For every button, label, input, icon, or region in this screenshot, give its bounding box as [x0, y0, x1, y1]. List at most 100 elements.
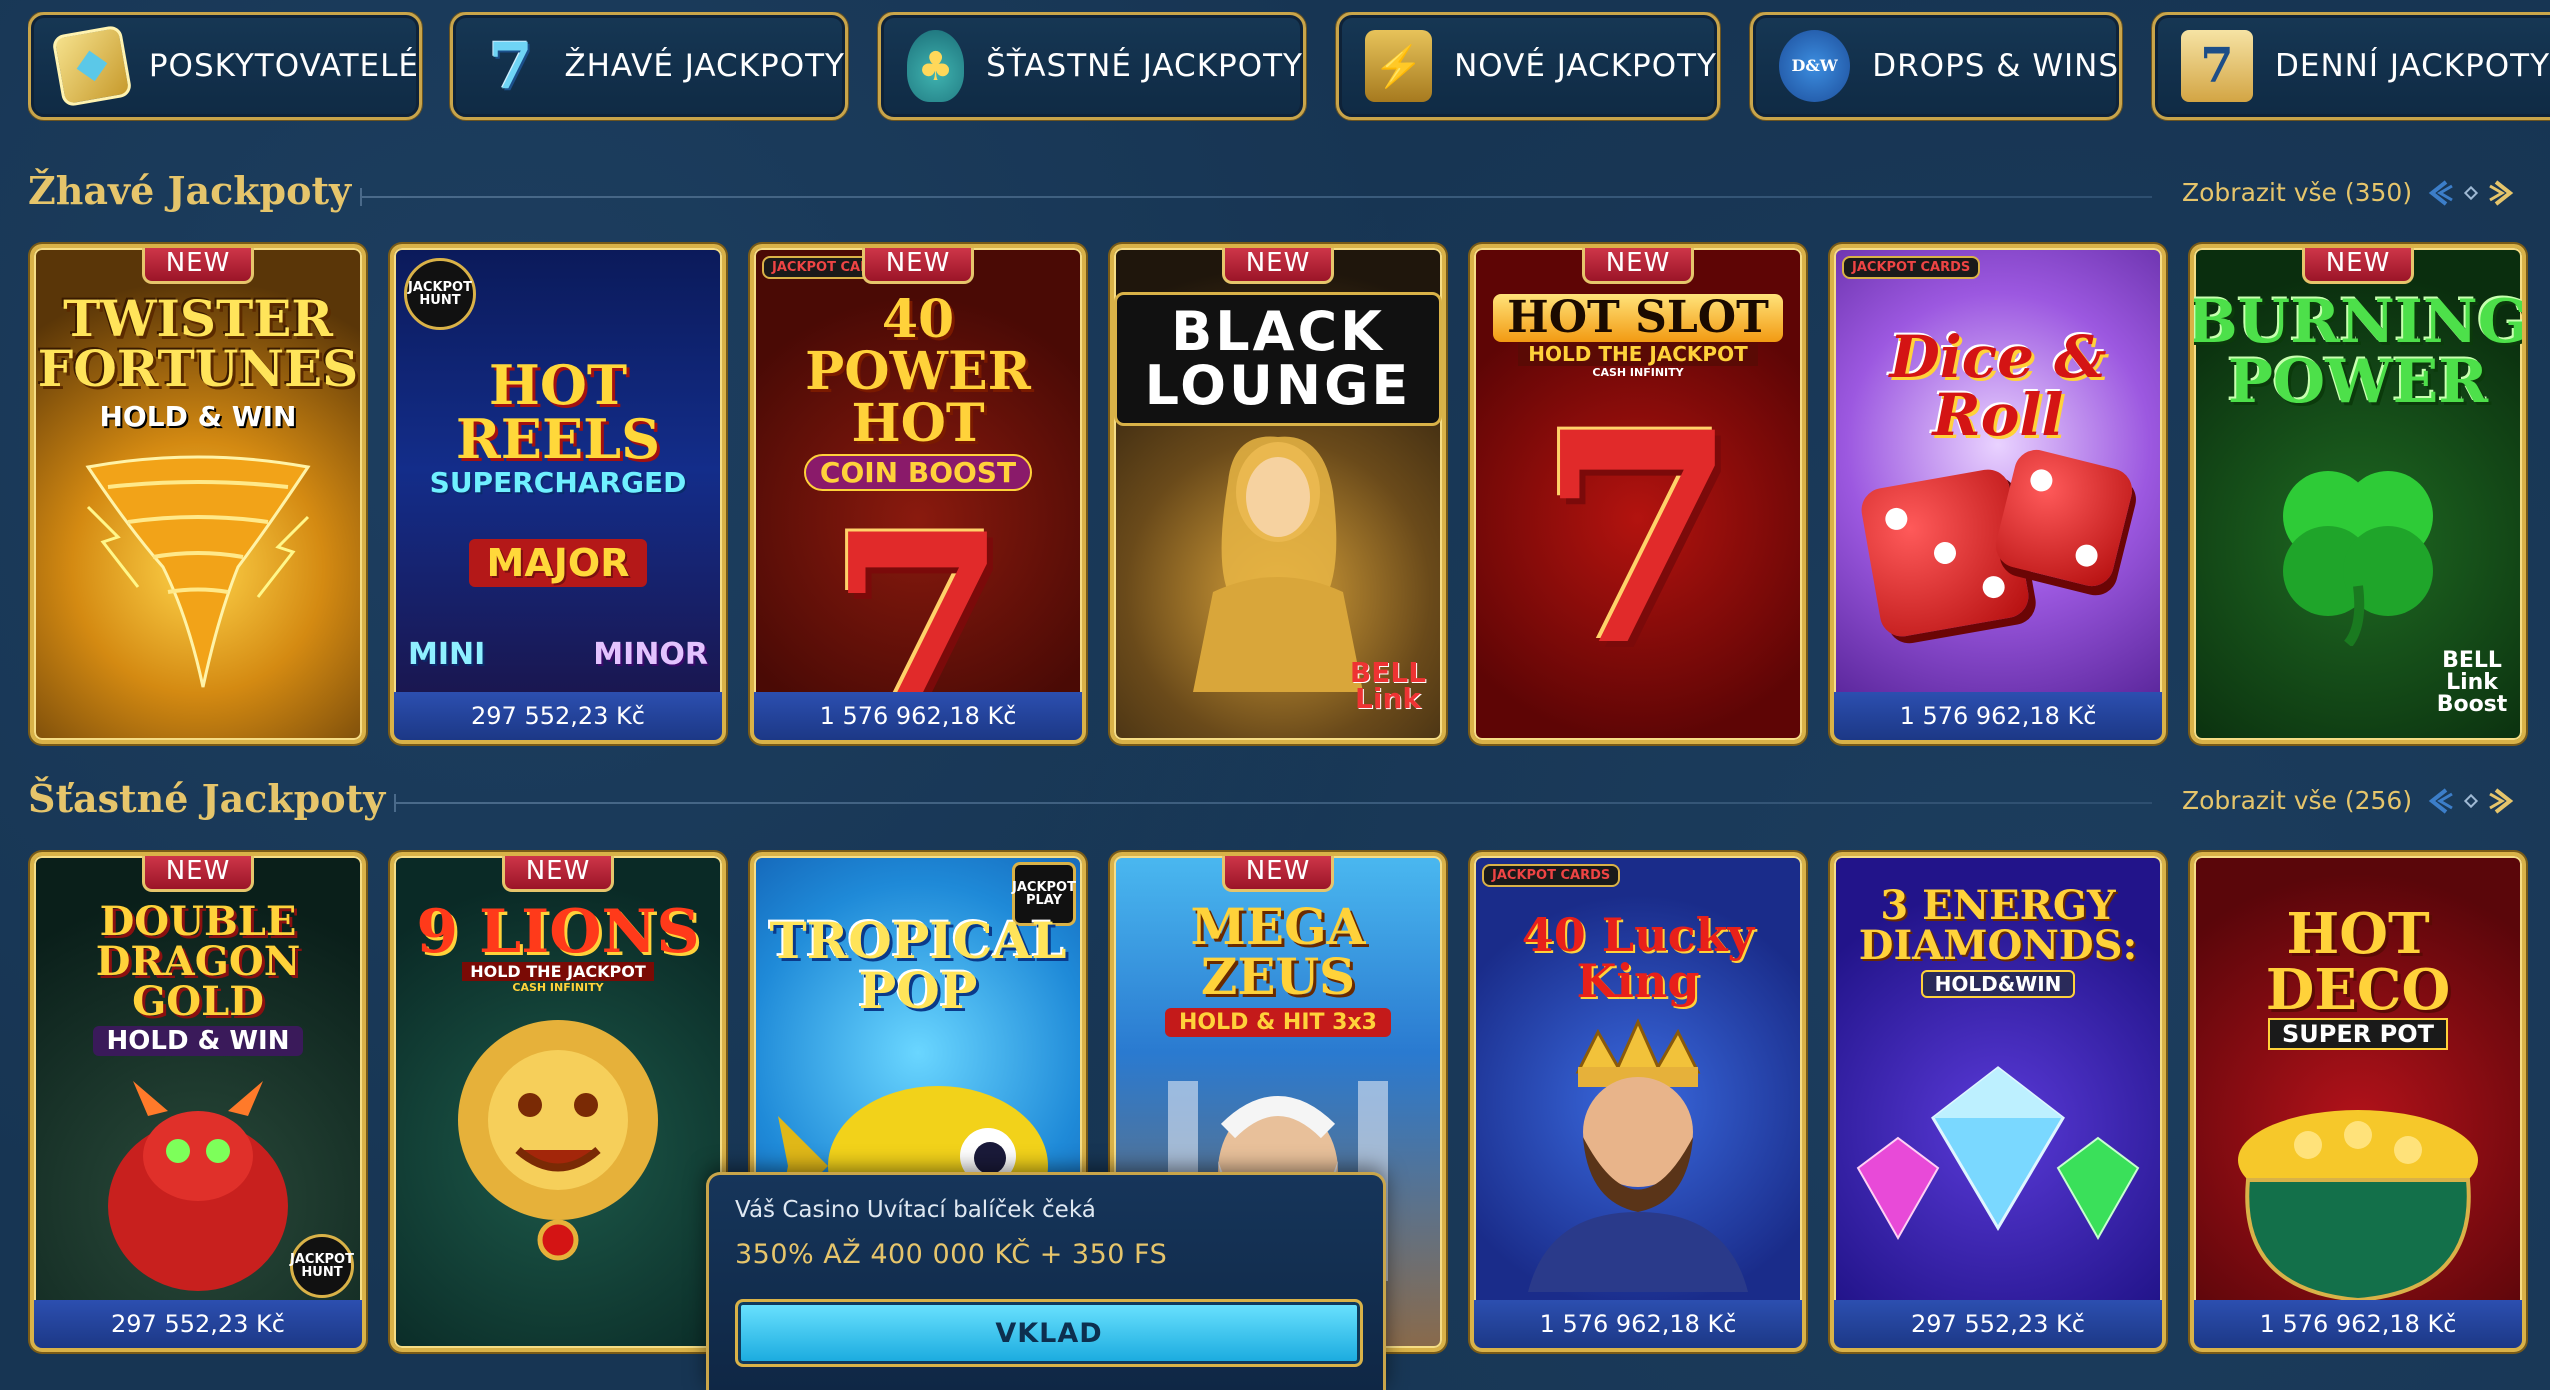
jackpot-amount: 1 576 962,18 Kč: [1474, 1300, 1802, 1348]
game-card-twister-fortunes[interactable]: NEW TWISTER FORTUNES HOLD & WIN: [30, 244, 366, 744]
dragon-icon: [108, 1081, 288, 1291]
game-card-double-dragon-gold[interactable]: NEW DOUBLE DRAGON GOLD HOLD & WIN JACKPO…: [30, 852, 366, 1352]
tornado-icon: [85, 455, 311, 688]
hostess-figure-icon: [1193, 436, 1363, 692]
carousel-dot-icon: [2456, 178, 2486, 208]
game-card-burning-power[interactable]: NEW BURNING POWER BELL Link Boost: [2190, 244, 2526, 744]
game-subtitle: HOLD & HIT 3x3: [1165, 1008, 1391, 1037]
game-title: 3 ENERGY DIAMONDS:: [1858, 882, 2138, 969]
jackpot-amount: 297 552,23 Kč: [1834, 1300, 2162, 1348]
category-drops-wins-button[interactable]: D&W DROPS & WINS: [1750, 12, 2122, 120]
game-title: DOUBLE DRAGON GOLD: [95, 898, 301, 1025]
game-card-9-lions[interactable]: NEW 9 LIONS HOLD THE JACKPOT CASH INFINI…: [390, 852, 726, 1352]
game-subtitle: SUPERCHARGED: [429, 466, 687, 499]
jackpot-amount: 297 552,23 Kč: [34, 1300, 362, 1348]
game-subtitle: HOLD & WIN: [92, 1026, 304, 1056]
category-label: POSKYTOVATELÉ: [148, 48, 419, 84]
seven-symbol-icon: 7: [1537, 370, 1739, 710]
game-card-hot-deco[interactable]: HOT DECO SUPER POT 1 576 962,18 Kč: [2190, 852, 2526, 1352]
category-new-jackpots-button[interactable]: ⚡ NOVÉ JACKPOTY: [1336, 12, 1720, 120]
game-art: 3 ENERGY DIAMONDS: HOLD&WIN: [1834, 856, 2162, 1348]
game-art: HOT REELS SUPERCHARGED MAJOR MINI MINOR: [394, 248, 722, 740]
carousel-prev-arrow-icon[interactable]: [2424, 178, 2454, 208]
carousel-arrows: [2424, 786, 2518, 816]
game-subtitle: HOLD THE JACKPOT: [462, 962, 654, 981]
game-title: MEGA ZEUS: [1190, 897, 1366, 1006]
promo-title: Váš Casino Uvítací balíček čeká: [735, 1197, 1096, 1223]
game-subtitle: HOLD THE JACKPOT: [1518, 342, 1758, 366]
carousel-dot-icon: [2456, 786, 2486, 816]
game-art: 9 LIONS HOLD THE JACKPOT CASH INFINITY: [394, 856, 722, 1348]
game-card-3-energy-diamonds[interactable]: 3 ENERGY DIAMONDS: HOLD&WIN 297 552,23 K…: [1830, 852, 2166, 1352]
game-title: BURNING POWER: [2190, 287, 2526, 417]
game-art: HOT SLOT HOLD THE JACKPOT CASH INFINITY …: [1474, 248, 1802, 740]
promo-offer: 350% AŽ 400 000 KČ + 350 FS: [735, 1239, 1168, 1270]
providers-card-icon: [51, 24, 133, 108]
view-all-hot-jackpots-link[interactable]: Zobrazit vše (350): [2182, 178, 2412, 207]
game-title: BLACK LOUNGE: [1114, 292, 1442, 426]
game-title: HOT REELS: [455, 353, 661, 471]
game-card-40-lucky-king[interactable]: JACKPOT CARDS 40 Lucky King 1 576 962,18…: [1470, 852, 1806, 1352]
new-badge: NEW: [1222, 856, 1334, 892]
category-label: DENNÍ JACKPOTY: [2275, 48, 2550, 84]
new-badge: NEW: [142, 856, 254, 892]
minor-label: MINOR: [593, 637, 708, 672]
carousel-prev-arrow-icon[interactable]: [2424, 786, 2454, 816]
treasure-chest-icon: ⚡: [1365, 30, 1433, 102]
lucky-bag-icon: ♣: [907, 30, 965, 102]
view-all-lucky-jackpots-link[interactable]: Zobrazit vše (256): [2182, 786, 2412, 815]
category-daily-jackpots-button[interactable]: 7 DENNÍ JACKPOTY: [2152, 12, 2550, 120]
new-badge: NEW: [2302, 248, 2414, 284]
category-lucky-jackpots-button[interactable]: ♣ ŠŤASTNÉ JACKPOTY: [878, 12, 1306, 120]
section-title-hot-jackpots: Žhavé Jackpoty: [28, 168, 352, 213]
jackpot-amount: 1 576 962,18 Kč: [2194, 1300, 2522, 1348]
category-label: DROPS & WINS: [1872, 48, 2119, 84]
carousel-arrows: [2424, 178, 2518, 208]
bell-link-logo: BELL Link: [1349, 656, 1427, 715]
section-divider: [360, 188, 2152, 206]
clover-icon: [2283, 471, 2433, 646]
game-art: 40 Lucky King: [1474, 856, 1802, 1348]
section-divider: [394, 794, 2152, 812]
deposit-button[interactable]: VKLAD: [735, 1299, 1363, 1367]
game-title: 9 LIONS: [416, 897, 700, 967]
category-providers-button[interactable]: POSKYTOVATELÉ: [28, 12, 422, 120]
hot-seven-icon: 7: [488, 28, 533, 104]
game-title: 40 POWER HOT: [805, 289, 1031, 454]
category-hot-jackpots-button[interactable]: 7 ŽHAVÉ JACKPOTY: [450, 12, 848, 120]
welcome-bonus-popup: Váš Casino Uvítací balíček čeká 350% AŽ …: [706, 1172, 1386, 1390]
mini-label: MINI: [408, 637, 486, 672]
game-subtitle: HOLD & WIN: [99, 400, 297, 433]
game-card-hot-reels[interactable]: JACKPOT HUNT HOT REELS SUPERCHARGED MAJO…: [390, 244, 726, 744]
new-badge: NEW: [502, 856, 614, 892]
game-art: TWISTER FORTUNES HOLD & WIN: [34, 248, 362, 740]
calendar-seven-icon: 7: [2181, 30, 2253, 102]
jackpot-amount: 1 576 962,18 Kč: [754, 692, 1082, 740]
game-card-hot-slot[interactable]: NEW HOT SLOT HOLD THE JACKPOT CASH INFIN…: [1470, 244, 1806, 744]
new-badge: NEW: [862, 248, 974, 284]
game-tagline: CASH INFINITY: [512, 981, 604, 994]
game-subtitle: SUPER POT: [2268, 1018, 2448, 1050]
game-art: HOT DECO SUPER POT: [2194, 856, 2522, 1348]
category-label: NOVÉ JACKPOTY: [1454, 48, 1717, 84]
new-badge: NEW: [1582, 248, 1694, 284]
game-title: HOT DECO: [2265, 901, 2451, 1023]
game-title: 40 Lucky King: [1521, 908, 1755, 1008]
jackpot-tiers: MINI MINOR: [394, 637, 722, 672]
new-badge: NEW: [142, 248, 254, 284]
jackpot-amount: 297 552,23 Kč: [394, 692, 722, 740]
drops-wins-icon: D&W: [1779, 30, 1851, 102]
game-card-black-lounge[interactable]: NEW BLACK LOUNGE BELL Link: [1110, 244, 1446, 744]
game-title: TWISTER FORTUNES: [37, 289, 359, 398]
carousel-next-arrow-icon[interactable]: [2488, 786, 2518, 816]
jackpot-amount: 1 576 962,18 Kč: [1834, 692, 2162, 740]
game-subtitle: HOLD&WIN: [1920, 970, 2076, 998]
game-card-dice-roll[interactable]: JACKPOT CARDS Dice & Roll 1 576 962,18 K…: [1830, 244, 2166, 744]
jackpot-hunt-logo: JACKPOT HUNT: [290, 1234, 354, 1298]
diamonds-icon: [1856, 1066, 2140, 1241]
game-title: Dice & Roll: [1889, 323, 2107, 449]
game-card-40-power-hot[interactable]: JACKPOT CARDS NEW 40 POWER HOT COIN BOOS…: [750, 244, 1086, 744]
category-nav: POSKYTOVATELÉ 7 ŽHAVÉ JACKPOTY ♣ ŠŤASTNÉ…: [28, 12, 2550, 122]
category-label: ŽHAVÉ JACKPOTY: [564, 48, 845, 84]
carousel-next-arrow-icon[interactable]: [2488, 178, 2518, 208]
